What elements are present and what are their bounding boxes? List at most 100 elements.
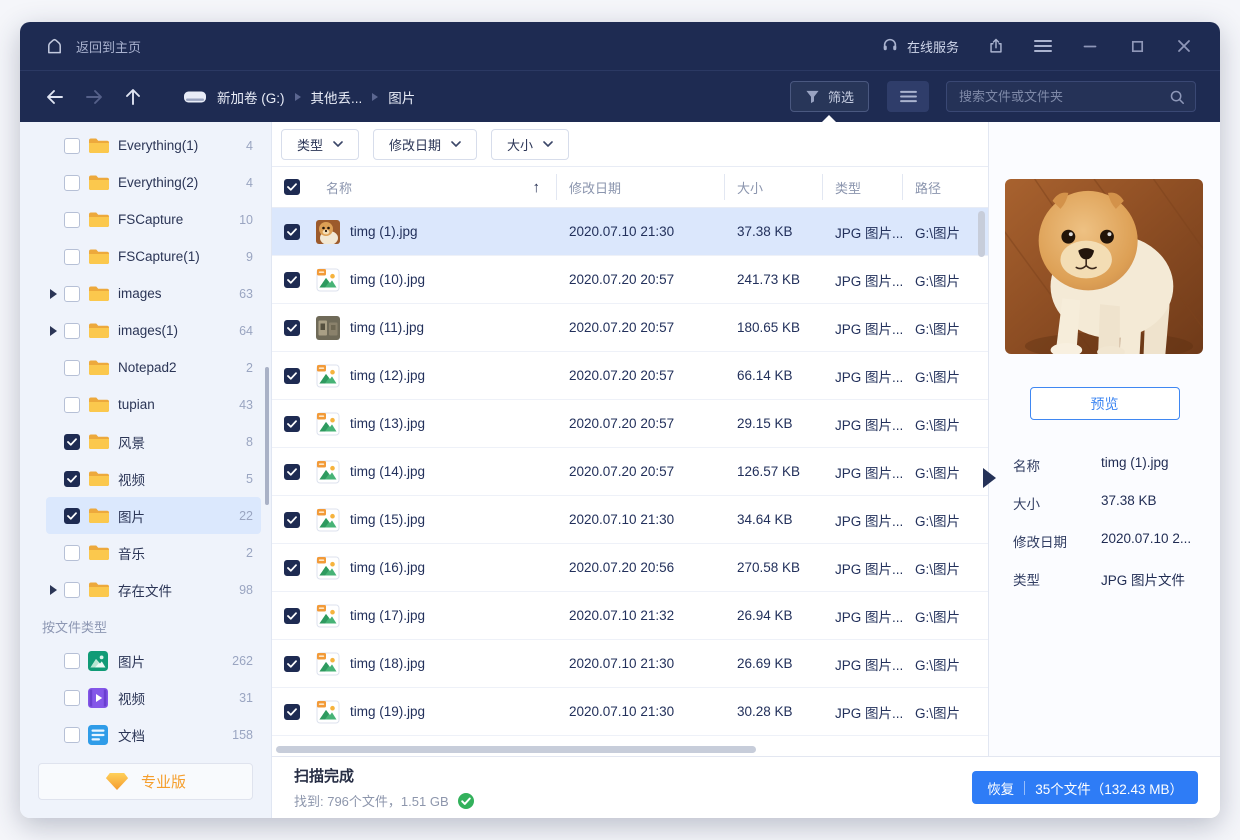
sort-ascending-icon[interactable]: ↑ — [533, 179, 541, 196]
checkbox[interactable] — [284, 368, 300, 384]
filter-dropdown-2[interactable]: 大小 — [491, 129, 569, 160]
sidebar-item-图片[interactable]: 图片22 — [46, 497, 261, 534]
checkbox[interactable] — [64, 397, 80, 413]
sidebar-item-存在文件[interactable]: 存在文件98 — [46, 571, 261, 608]
checkbox[interactable] — [284, 608, 300, 624]
file-row[interactable]: timg (19).jpg2020.07.10 21:3030.28 KBJPG… — [272, 688, 988, 736]
checkbox[interactable] — [64, 249, 80, 265]
breadcrumb-folder[interactable]: 其他丢... — [311, 87, 363, 107]
checkbox[interactable] — [284, 704, 300, 720]
recover-button[interactable]: 恢复 35个文件（132.43 MB） — [972, 771, 1198, 804]
file-name: timg (1).jpg — [350, 224, 418, 239]
select-all-checkbox[interactable] — [284, 179, 300, 195]
checkbox[interactable] — [64, 727, 80, 743]
checkbox[interactable] — [284, 656, 300, 672]
checkbox[interactable] — [64, 471, 80, 487]
file-date: 2020.07.20 20:57 — [556, 368, 724, 383]
breadcrumb-current[interactable]: 图片 — [388, 87, 415, 107]
recover-detail: 35个文件（132.43 MB） — [1035, 778, 1183, 798]
header-path[interactable]: 路径 — [902, 174, 988, 200]
checkbox[interactable] — [284, 320, 300, 336]
file-type: JPG 图片... — [822, 702, 902, 722]
checkbox[interactable] — [64, 212, 80, 228]
search-input[interactable] — [959, 89, 1169, 104]
file-row[interactable]: timg (10).jpg2020.07.20 20:57241.73 KBJP… — [272, 256, 988, 304]
expand-arrow-icon[interactable] — [50, 585, 64, 595]
checkbox[interactable] — [64, 138, 80, 154]
filter-label: 筛选 — [828, 87, 854, 106]
back-button[interactable] — [44, 86, 66, 108]
sidebar-scrollbar[interactable] — [265, 367, 269, 505]
panel-collapse-button[interactable] — [983, 468, 996, 488]
close-icon[interactable] — [1174, 36, 1194, 56]
checkbox[interactable] — [64, 175, 80, 191]
file-row[interactable]: timg (1).jpg2020.07.10 21:3037.38 KBJPG … — [272, 208, 988, 256]
file-row[interactable]: timg (11).jpg2020.07.20 20:57180.65 KBJP… — [272, 304, 988, 352]
sidebar-item-FSCapture(1)[interactable]: FSCapture(1)9 — [46, 238, 261, 275]
header-type[interactable]: 类型 — [822, 174, 902, 200]
up-button[interactable] — [122, 86, 144, 108]
checkbox[interactable] — [284, 272, 300, 288]
sidebar-type-doc[interactable]: 文档158 — [46, 716, 261, 751]
sidebar-type-video[interactable]: 视频31 — [46, 679, 261, 716]
sidebar-item-images[interactable]: images63 — [46, 275, 261, 312]
file-thumbnail — [316, 412, 340, 436]
header-name[interactable]: 名称 — [326, 178, 352, 197]
checkbox[interactable] — [284, 224, 300, 240]
file-row[interactable]: timg (16).jpg2020.07.20 20:56270.58 KBJP… — [272, 544, 988, 592]
forward-button[interactable] — [83, 86, 105, 108]
file-row[interactable]: timg (12).jpg2020.07.20 20:5766.14 KBJPG… — [272, 352, 988, 400]
file-row[interactable]: timg (15).jpg2020.07.10 21:3034.64 KBJPG… — [272, 496, 988, 544]
checkbox[interactable] — [64, 323, 80, 339]
file-row[interactable]: timg (14).jpg2020.07.20 20:57126.57 KBJP… — [272, 448, 988, 496]
header-date[interactable]: 修改日期 — [556, 174, 724, 200]
preview-button[interactable]: 预览 — [1030, 387, 1180, 420]
sidebar-item-tupian[interactable]: tupian43 — [46, 386, 261, 423]
menu-icon[interactable] — [1033, 36, 1053, 56]
file-row[interactable]: timg (13).jpg2020.07.20 20:5729.15 KBJPG… — [272, 400, 988, 448]
expand-arrow-icon[interactable] — [50, 326, 64, 336]
sidebar-item-风景[interactable]: 风景8 — [46, 423, 261, 460]
checkbox[interactable] — [64, 434, 80, 450]
checkbox[interactable] — [64, 690, 80, 706]
sidebar-item-Notepad2[interactable]: Notepad22 — [46, 349, 261, 386]
header-size[interactable]: 大小 — [724, 174, 822, 200]
view-menu-button[interactable] — [887, 81, 929, 112]
share-icon[interactable] — [986, 36, 1006, 56]
minimize-icon[interactable] — [1080, 36, 1100, 56]
checkbox[interactable] — [284, 560, 300, 576]
checkbox[interactable] — [284, 464, 300, 480]
filter-button[interactable]: 筛选 — [790, 81, 869, 112]
sidebar-item-Everything(2)[interactable]: Everything(2)4 — [46, 164, 261, 201]
checkbox[interactable] — [64, 582, 80, 598]
sidebar-type-image[interactable]: 图片262 — [46, 642, 261, 679]
file-row[interactable]: timg (17).jpg2020.07.10 21:3226.94 KBJPG… — [272, 592, 988, 640]
checkbox[interactable] — [64, 286, 80, 302]
horizontal-scrollbar[interactable] — [272, 743, 988, 756]
sidebar-item-视频[interactable]: 视频5 — [46, 460, 261, 497]
filter-dropdown-0[interactable]: 类型 — [281, 129, 359, 160]
sidebar-item-Everything(1)[interactable]: Everything(1)4 — [46, 127, 261, 164]
checkbox[interactable] — [284, 512, 300, 528]
checkbox[interactable] — [64, 360, 80, 376]
vertical-scrollbar[interactable] — [978, 211, 985, 257]
sidebar-item-音乐[interactable]: 音乐2 — [46, 534, 261, 571]
checkbox[interactable] — [284, 416, 300, 432]
home-button[interactable]: 返回到主页 — [44, 36, 141, 56]
online-service-button[interactable]: 在线服务 — [881, 36, 959, 57]
sidebar-item-FSCapture[interactable]: FSCapture10 — [46, 201, 261, 238]
filter-dropdown-1[interactable]: 修改日期 — [373, 129, 477, 160]
sidebar-item-images(1)[interactable]: images(1)64 — [46, 312, 261, 349]
item-count: 2 — [246, 546, 253, 560]
expand-arrow-icon[interactable] — [50, 289, 64, 299]
breadcrumb-drive[interactable]: 新加卷 (G:) — [217, 87, 285, 107]
checkbox[interactable] — [64, 508, 80, 524]
table-header: 名称 ↑ 修改日期 大小 类型 路径 — [272, 166, 988, 208]
file-row[interactable]: timg (18).jpg2020.07.10 21:3026.69 KBJPG… — [272, 640, 988, 688]
pro-version-button[interactable]: 专业版 — [38, 763, 253, 800]
file-type: JPG 图片... — [822, 654, 902, 674]
checkbox[interactable] — [64, 653, 80, 669]
maximize-icon[interactable] — [1127, 36, 1147, 56]
search-icon[interactable] — [1169, 89, 1185, 105]
checkbox[interactable] — [64, 545, 80, 561]
